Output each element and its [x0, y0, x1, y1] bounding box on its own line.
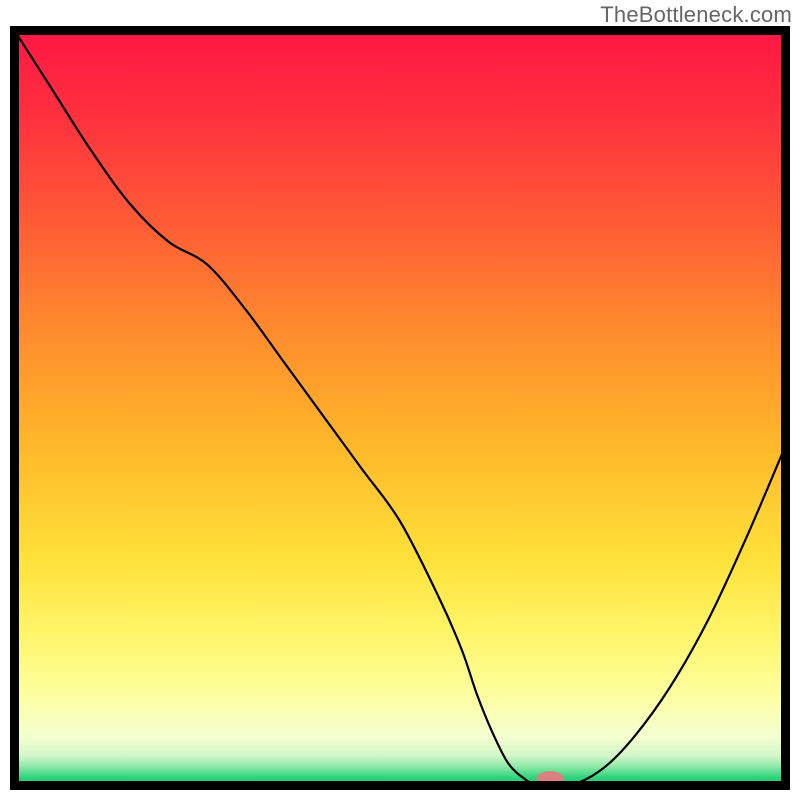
watermark-label: TheBottleneck.com: [600, 2, 792, 28]
bottleneck-chart: [0, 0, 800, 800]
gradient-background: [15, 31, 786, 786]
chart-container: TheBottleneck.com: [0, 0, 800, 800]
